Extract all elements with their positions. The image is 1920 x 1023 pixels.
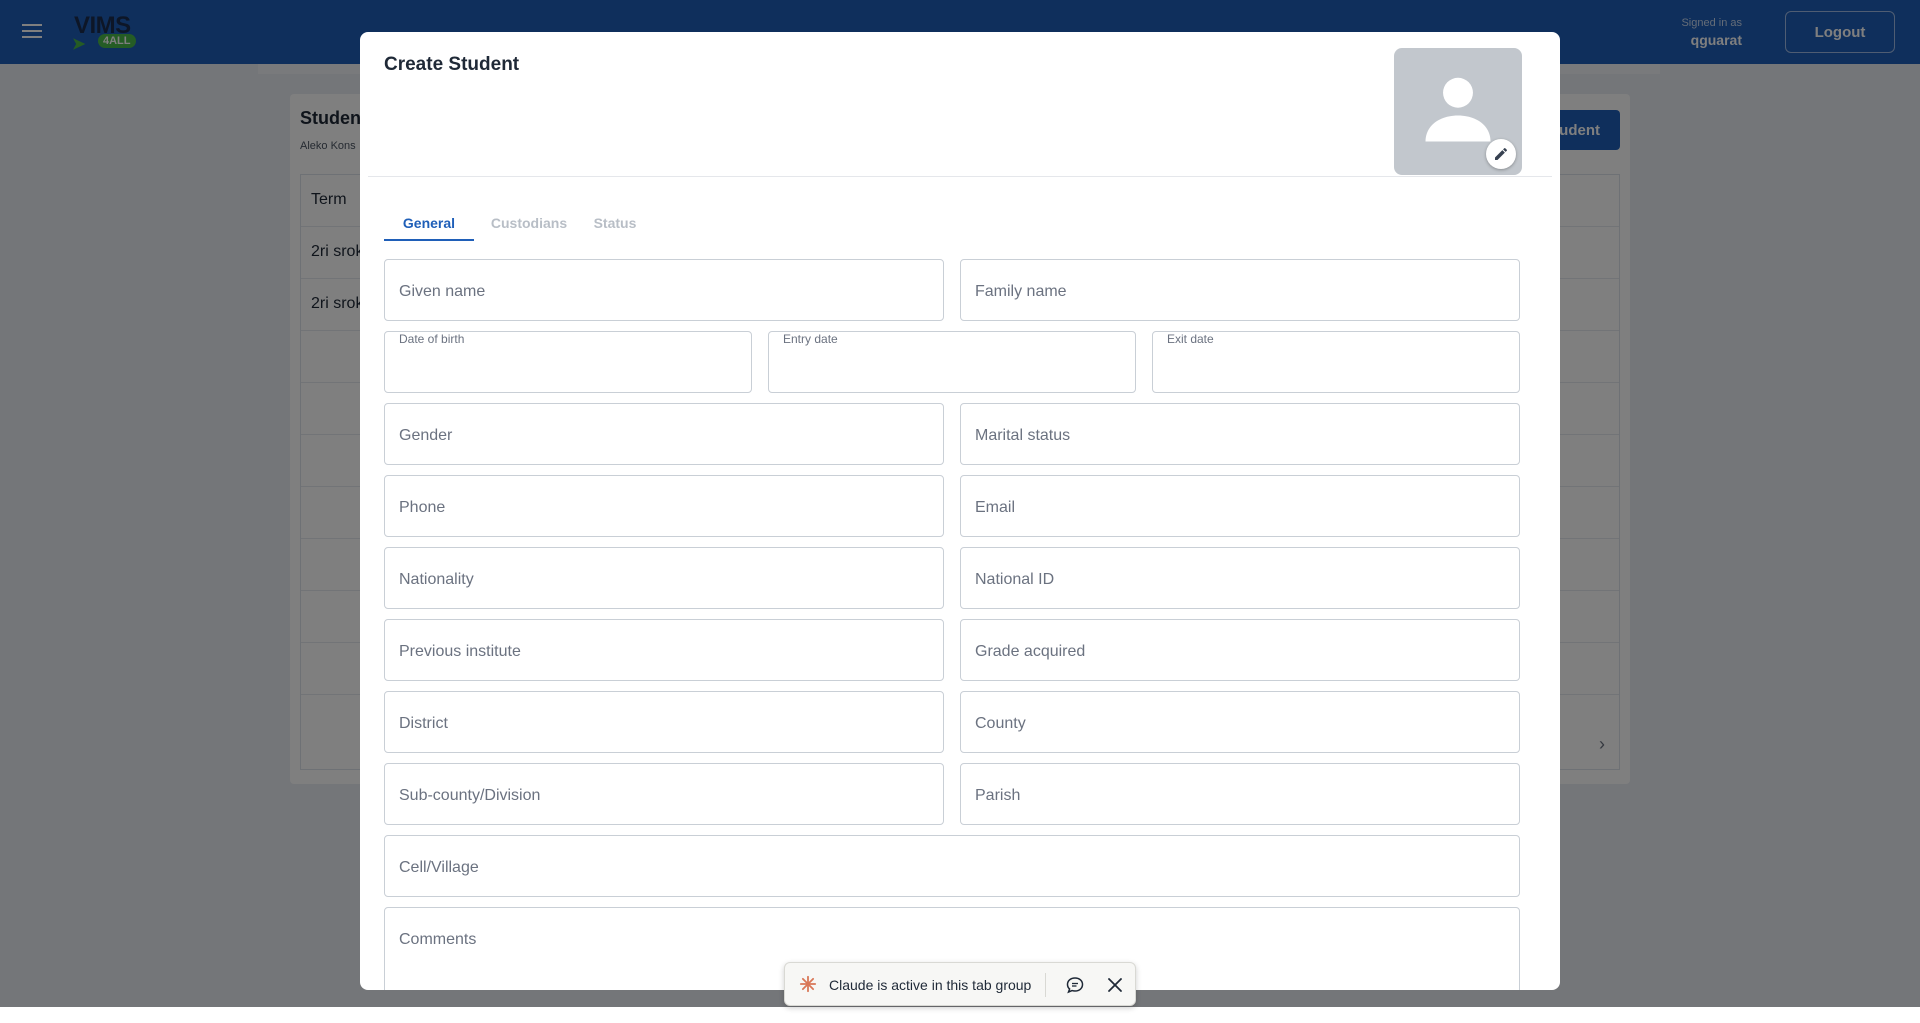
exit-date-field[interactable]: Exit date (1152, 331, 1520, 393)
bottom-band (0, 1007, 1920, 1023)
close-icon[interactable] (1105, 975, 1125, 995)
national-id-placeholder: National ID (975, 571, 1055, 588)
county-placeholder: County (975, 715, 1026, 732)
email-field[interactable]: Email (960, 475, 1520, 537)
tab-general[interactable]: General (384, 205, 474, 241)
phone-field[interactable]: Phone (384, 475, 944, 537)
person-icon (1425, 77, 1491, 142)
given-name-field[interactable]: Given name (384, 259, 944, 321)
exit-date-label: Exit date (1167, 332, 1214, 346)
entry-date-label: Entry date (783, 332, 838, 346)
previous-institute-placeholder: Previous institute (399, 643, 521, 660)
date-of-birth-label: Date of birth (399, 332, 465, 346)
family-name-placeholder: Family name (975, 283, 1067, 300)
parish-placeholder: Parish (975, 787, 1021, 804)
gender-field[interactable]: Gender (384, 403, 944, 465)
family-name-field[interactable]: Family name (960, 259, 1520, 321)
entry-date-field[interactable]: Entry date (768, 331, 1136, 393)
district-field[interactable]: District (384, 691, 944, 753)
district-placeholder: District (399, 715, 448, 732)
sub-county-field[interactable]: Sub-county/Division (384, 763, 944, 825)
county-field[interactable]: County (960, 691, 1520, 753)
claude-status-bar: Claude is active in this tab group (784, 962, 1136, 1006)
tab-custodians[interactable]: Custodians (484, 205, 574, 241)
national-id-field[interactable]: National ID (960, 547, 1520, 609)
tab-status[interactable]: Status (580, 205, 650, 241)
student-photo[interactable] (1394, 48, 1522, 175)
cell-village-placeholder: Cell/Village (399, 859, 479, 876)
grade-acquired-placeholder: Grade acquired (975, 643, 1086, 660)
chat-bubble-icon[interactable] (1065, 975, 1085, 995)
email-placeholder: Email (975, 499, 1016, 516)
phone-placeholder: Phone (399, 499, 446, 516)
claude-status-text: Claude is active in this tab group (829, 977, 1032, 993)
header-divider (368, 176, 1552, 177)
claude-bar-divider (1045, 973, 1046, 997)
nationality-field[interactable]: Nationality (384, 547, 944, 609)
create-student-dialog: Create Student General Custodians Status… (360, 32, 1560, 990)
dialog-title: Create Student (384, 54, 520, 75)
grade-acquired-field[interactable]: Grade acquired (960, 619, 1520, 681)
claude-logo-icon (799, 975, 817, 993)
nationality-placeholder: Nationality (399, 571, 474, 588)
parish-field[interactable]: Parish (960, 763, 1520, 825)
pencil-icon (1495, 147, 1507, 160)
gender-placeholder: Gender (399, 427, 453, 444)
marital-status-placeholder: Marital status (975, 427, 1071, 444)
cell-village-field[interactable]: Cell/Village (384, 835, 1520, 897)
comments-placeholder: Comments (399, 931, 477, 948)
edit-photo-button[interactable] (1486, 139, 1516, 169)
given-name-placeholder: Given name (399, 283, 486, 300)
marital-status-field[interactable]: Marital status (960, 403, 1520, 465)
date-of-birth-field[interactable]: Date of birth (384, 331, 752, 393)
sub-county-placeholder: Sub-county/Division (399, 787, 541, 804)
previous-institute-field[interactable]: Previous institute (384, 619, 944, 681)
